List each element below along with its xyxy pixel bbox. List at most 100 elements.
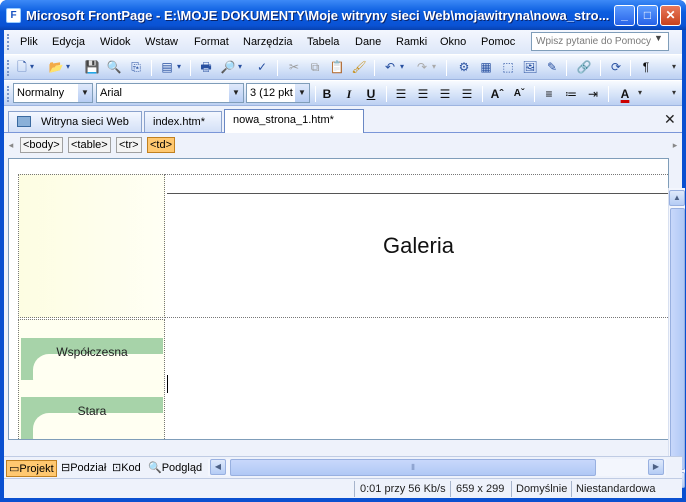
- view-code[interactable]: ⊡Kod: [110, 460, 143, 477]
- tab-website[interactable]: Witryna sieci Web: [8, 111, 142, 132]
- menu-wstaw[interactable]: Wstaw: [145, 36, 178, 48]
- drawing-icon[interactable]: ✎: [544, 59, 560, 75]
- chevron-down-icon[interactable]: ▾: [175, 59, 183, 75]
- justify-icon[interactable]: ☰: [458, 85, 476, 103]
- menu-ramki[interactable]: Ramki: [396, 36, 427, 48]
- menu-dane[interactable]: Dane: [355, 36, 381, 48]
- undo-icon[interactable]: ↶: [382, 59, 398, 75]
- menu-format[interactable]: Format: [194, 36, 229, 48]
- toolbar-grip[interactable]: [7, 60, 10, 76]
- toolbar-options-icon[interactable]: ▾: [666, 85, 682, 101]
- toolbar-grip[interactable]: [7, 86, 10, 102]
- design-view-editor[interactable]: Galeria Współczesna Stara: [8, 158, 669, 440]
- chevron-down-icon[interactable]: ▾: [236, 59, 244, 75]
- font-color-button[interactable]: A: [616, 85, 634, 103]
- nav-button-wspolczesna[interactable]: Współczesna: [21, 338, 163, 380]
- style-mode[interactable]: Domyślnie: [516, 483, 567, 495]
- menu-widok[interactable]: Widok: [100, 36, 131, 48]
- page-heading[interactable]: Galeria: [166, 233, 668, 259]
- format-painter-icon[interactable]: 🖌: [351, 59, 367, 75]
- decrease-font-icon[interactable]: Aˇ: [510, 85, 528, 103]
- tag-body[interactable]: <body>: [20, 137, 63, 153]
- print-preview-icon[interactable]: 🔎: [220, 59, 236, 75]
- numbered-list-icon[interactable]: ≡: [540, 85, 558, 103]
- tag-table[interactable]: <table>: [68, 137, 111, 153]
- chevron-down-icon[interactable]: ▼: [229, 84, 243, 102]
- vertical-scrollbar[interactable]: ▲ ▼: [668, 188, 685, 488]
- chevron-down-icon[interactable]: ▾: [28, 59, 36, 75]
- chevron-right-icon[interactable]: ▸: [670, 137, 680, 153]
- chevron-down-icon[interactable]: ▾: [398, 59, 406, 75]
- view-split[interactable]: ⊟Podział: [59, 460, 108, 477]
- insert-table-icon[interactable]: ▦: [478, 59, 494, 75]
- chevron-down-icon[interactable]: ▼: [654, 33, 663, 43]
- align-center-icon[interactable]: ☰: [414, 85, 432, 103]
- tag-tr[interactable]: <tr>: [116, 137, 142, 153]
- underline-button[interactable]: U: [362, 85, 380, 103]
- align-right-icon[interactable]: ☰: [436, 85, 454, 103]
- table-cell-selected[interactable]: [165, 319, 668, 439]
- title-bar[interactable]: F Microsoft FrontPage - E:\MOJE DOKUMENT…: [0, 0, 686, 30]
- style-dropdown[interactable]: Normalny ▼: [13, 83, 93, 103]
- tag-td[interactable]: <td>: [147, 137, 176, 153]
- view-preview[interactable]: 🔍Podgląd: [146, 460, 204, 477]
- close-button[interactable]: ✕: [660, 5, 681, 26]
- font-size-dropdown[interactable]: 3 (12 pkt ▼: [246, 83, 310, 103]
- tab-nowa-strona[interactable]: nowa_strona_1.htm*: [224, 109, 364, 133]
- menu-narzedzia[interactable]: Narzędzia: [243, 36, 293, 48]
- maximize-button[interactable]: □: [637, 5, 658, 26]
- insert-layer-icon[interactable]: ⬚: [500, 59, 516, 75]
- publish-icon[interactable]: ⎘: [128, 59, 144, 75]
- save-icon[interactable]: 💾: [84, 59, 100, 75]
- insert-picture-icon[interactable]: 🖼: [522, 59, 538, 75]
- bulleted-list-icon[interactable]: ≔: [562, 85, 580, 103]
- font-dropdown[interactable]: Arial ▼: [96, 83, 244, 103]
- toggle-pane-icon[interactable]: ▤: [159, 59, 175, 75]
- search-icon[interactable]: 🔍: [106, 59, 122, 75]
- scroll-up-icon[interactable]: ▲: [669, 190, 685, 206]
- chevron-down-icon[interactable]: ▾: [636, 85, 644, 101]
- tab-index[interactable]: index.htm*: [144, 111, 222, 132]
- chevron-down-icon[interactable]: ▼: [295, 84, 309, 102]
- cut-icon[interactable]: ✂: [286, 59, 302, 75]
- hyperlink-icon[interactable]: 🔗: [576, 59, 592, 75]
- schema-mode[interactable]: Niestandardowa: [576, 483, 656, 495]
- align-left-icon[interactable]: ☰: [392, 85, 410, 103]
- nav-button-stara[interactable]: Stara: [21, 397, 163, 439]
- increase-font-icon[interactable]: Aˆ: [488, 85, 506, 103]
- menu-edycja[interactable]: Edycja: [52, 36, 85, 48]
- scroll-thumb[interactable]: ⦀: [230, 459, 596, 476]
- scroll-right-icon[interactable]: ▶: [648, 459, 664, 475]
- scroll-left-icon[interactable]: ◀: [210, 459, 226, 475]
- chevron-down-icon[interactable]: ▼: [78, 84, 92, 102]
- chevron-left-icon[interactable]: ◂: [6, 137, 16, 153]
- indent-icon[interactable]: ⇥: [584, 85, 602, 103]
- table-cell[interactable]: [18, 174, 165, 318]
- redo-icon[interactable]: ↷: [414, 59, 430, 75]
- chevron-down-icon[interactable]: ▾: [430, 59, 438, 75]
- open-icon[interactable]: 📂: [48, 59, 64, 75]
- spelling-icon[interactable]: ✓: [254, 59, 270, 75]
- scroll-thumb[interactable]: [670, 208, 685, 470]
- help-search-input[interactable]: Wpisz pytanie do Pomocy ▼: [531, 32, 669, 51]
- italic-button[interactable]: I: [340, 85, 358, 103]
- bold-button[interactable]: B: [318, 85, 336, 103]
- view-design[interactable]: ▭Projekt: [6, 460, 57, 477]
- paste-icon[interactable]: 📋: [329, 59, 345, 75]
- refresh-icon[interactable]: ⟳: [608, 59, 624, 75]
- toolbar-options-icon[interactable]: ▾: [666, 59, 682, 75]
- web-component-icon[interactable]: ⚙: [456, 59, 472, 75]
- menu-pomoc[interactable]: Pomoc: [481, 36, 515, 48]
- close-icon[interactable]: ✕: [664, 111, 676, 128]
- horizontal-scrollbar[interactable]: ◀ ⦀ ▶: [208, 459, 666, 476]
- print-icon[interactable]: 🖶: [198, 59, 214, 75]
- menu-plik[interactable]: Plik: [20, 36, 38, 48]
- show-all-icon[interactable]: ¶: [638, 59, 654, 75]
- chevron-down-icon[interactable]: ▾: [64, 59, 72, 75]
- menu-tabela[interactable]: Tabela: [307, 36, 339, 48]
- copy-icon[interactable]: ⧉: [307, 59, 323, 75]
- toolbar-grip[interactable]: [7, 34, 10, 50]
- menu-okno[interactable]: Okno: [440, 36, 466, 48]
- frontpage-icon[interactable]: F: [6, 8, 21, 23]
- minimize-button[interactable]: _: [614, 5, 635, 26]
